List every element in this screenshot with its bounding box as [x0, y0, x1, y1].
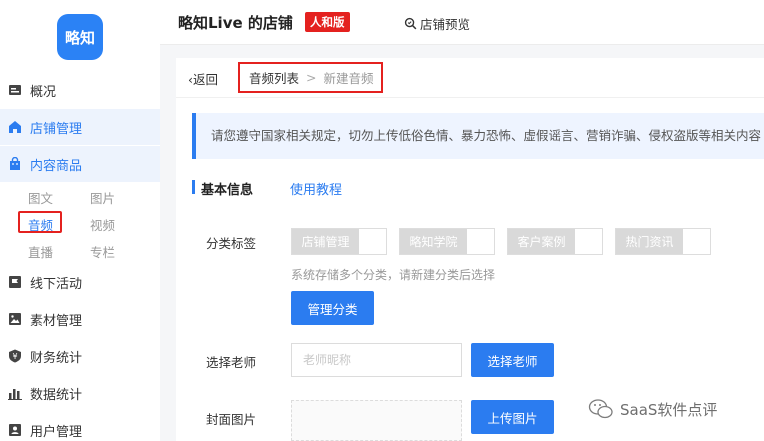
- sub-item-column[interactable]: 专栏: [90, 242, 115, 261]
- watermark: SaaS软件点评: [588, 398, 717, 420]
- shop-title: 略知Live 的店铺: [178, 14, 293, 32]
- sidebar-item-label: 素材管理: [30, 313, 83, 329]
- sidebar: 略知 概况 店铺管理 内容商品 图文 图片 音频 视频 直播 专栏 线下活动 素…: [0, 0, 160, 441]
- tutorial-link[interactable]: 使用教程: [290, 179, 342, 198]
- breadcrumb-separator: >: [306, 70, 317, 85]
- sidebar-item-content[interactable]: 内容商品: [0, 146, 160, 182]
- sub-item-video[interactable]: 视频: [90, 215, 115, 234]
- image-icon: [8, 312, 22, 326]
- store-preview-link[interactable]: 店铺预览: [404, 14, 470, 33]
- category-tag-toggle[interactable]: 店铺管理: [291, 228, 387, 255]
- teacher-label: 选择老师: [206, 355, 257, 370]
- svg-text:¥: ¥: [12, 352, 17, 361]
- category-tag-toggle[interactable]: 略知学院: [399, 228, 495, 255]
- tag-label: 客户案例: [508, 229, 575, 254]
- select-teacher-button[interactable]: 选择老师: [471, 343, 554, 377]
- compliance-notice: 请您遵守国家相关规定，切勿上传低俗色情、暴力恐怖、虚假谣言、营销诈骗、侵权盗版等…: [192, 113, 764, 159]
- sidebar-item-label: 店铺管理: [30, 121, 83, 137]
- teacher-name-input[interactable]: 老师昵称: [291, 343, 462, 377]
- sidebar-item-label: 内容商品: [30, 158, 83, 174]
- cover-image-dropzone[interactable]: [291, 400, 462, 441]
- category-tag-toggle[interactable]: 热门资讯: [615, 228, 711, 255]
- category-label: 分类标签: [206, 236, 257, 251]
- sidebar-item-overview[interactable]: 概况: [0, 72, 160, 108]
- sub-item-article[interactable]: 图文: [28, 188, 53, 207]
- category-hint: 系统存储多个分类，请新建分类后选择: [291, 268, 496, 282]
- main-panel: ‹返回 音频列表 > 新建音频 请您遵守国家相关规定，切勿上传低俗色情、暴力恐怖…: [176, 58, 764, 441]
- bar-chart-icon: [8, 386, 22, 400]
- sidebar-item-label: 概况: [30, 84, 57, 100]
- upload-image-button[interactable]: 上传图片: [471, 400, 554, 434]
- sidebar-item-finance[interactable]: ¥ 财务统计: [0, 338, 160, 374]
- top-header: 略知Live 的店铺 人和版 店铺预览: [160, 0, 764, 45]
- store-icon: [8, 120, 22, 134]
- sidebar-item-label: 线下活动: [30, 276, 83, 292]
- sidebar-item-label: 数据统计: [30, 387, 83, 403]
- manage-category-button[interactable]: 管理分类: [291, 291, 374, 325]
- section-accent-bar: [192, 180, 195, 194]
- tag-label: 热门资讯: [616, 229, 683, 254]
- user-icon: [8, 423, 22, 437]
- sidebar-item-label: 财务统计: [30, 350, 83, 366]
- breadcrumb-new-audio: 新建音频: [323, 71, 374, 86]
- preview-search-icon: [404, 17, 417, 30]
- sub-item-live[interactable]: 直播: [28, 242, 53, 261]
- sidebar-item-offline[interactable]: 线下活动: [0, 264, 160, 300]
- back-label: 返回: [193, 72, 219, 87]
- app-logo[interactable]: 略知: [57, 14, 103, 60]
- category-tag-toggle[interactable]: 客户案例: [507, 228, 603, 255]
- sub-item-picture[interactable]: 图片: [90, 188, 115, 207]
- wechat-icon: [588, 399, 613, 419]
- page-topbar: ‹返回 音频列表 > 新建音频: [176, 58, 764, 98]
- plan-badge: 人和版: [305, 12, 350, 32]
- flag-icon: [8, 275, 22, 289]
- section-title: 基本信息: [201, 183, 254, 198]
- sidebar-item-label: 用户管理: [30, 424, 83, 440]
- breadcrumb: 音频列表 > 新建音频: [238, 62, 383, 93]
- bag-icon: [8, 157, 22, 171]
- breadcrumb-audio-list[interactable]: 音频列表: [249, 68, 299, 87]
- preview-label: 店铺预览: [420, 17, 471, 32]
- tag-label: 店铺管理: [292, 229, 359, 254]
- cover-label: 封面图片: [206, 412, 257, 427]
- sidebar-item-materials[interactable]: 素材管理: [0, 301, 160, 337]
- sidebar-item-users[interactable]: 用户管理: [0, 412, 160, 441]
- back-link[interactable]: ‹返回: [188, 69, 218, 88]
- overview-icon: [8, 83, 22, 97]
- sidebar-item-store[interactable]: 店铺管理: [0, 109, 160, 145]
- sidebar-item-statistics[interactable]: 数据统计: [0, 375, 160, 411]
- highlight-box-audio: [18, 211, 62, 233]
- watermark-text: SaaS软件点评: [620, 400, 718, 419]
- yen-icon: ¥: [8, 349, 22, 363]
- tag-label: 略知学院: [400, 229, 467, 254]
